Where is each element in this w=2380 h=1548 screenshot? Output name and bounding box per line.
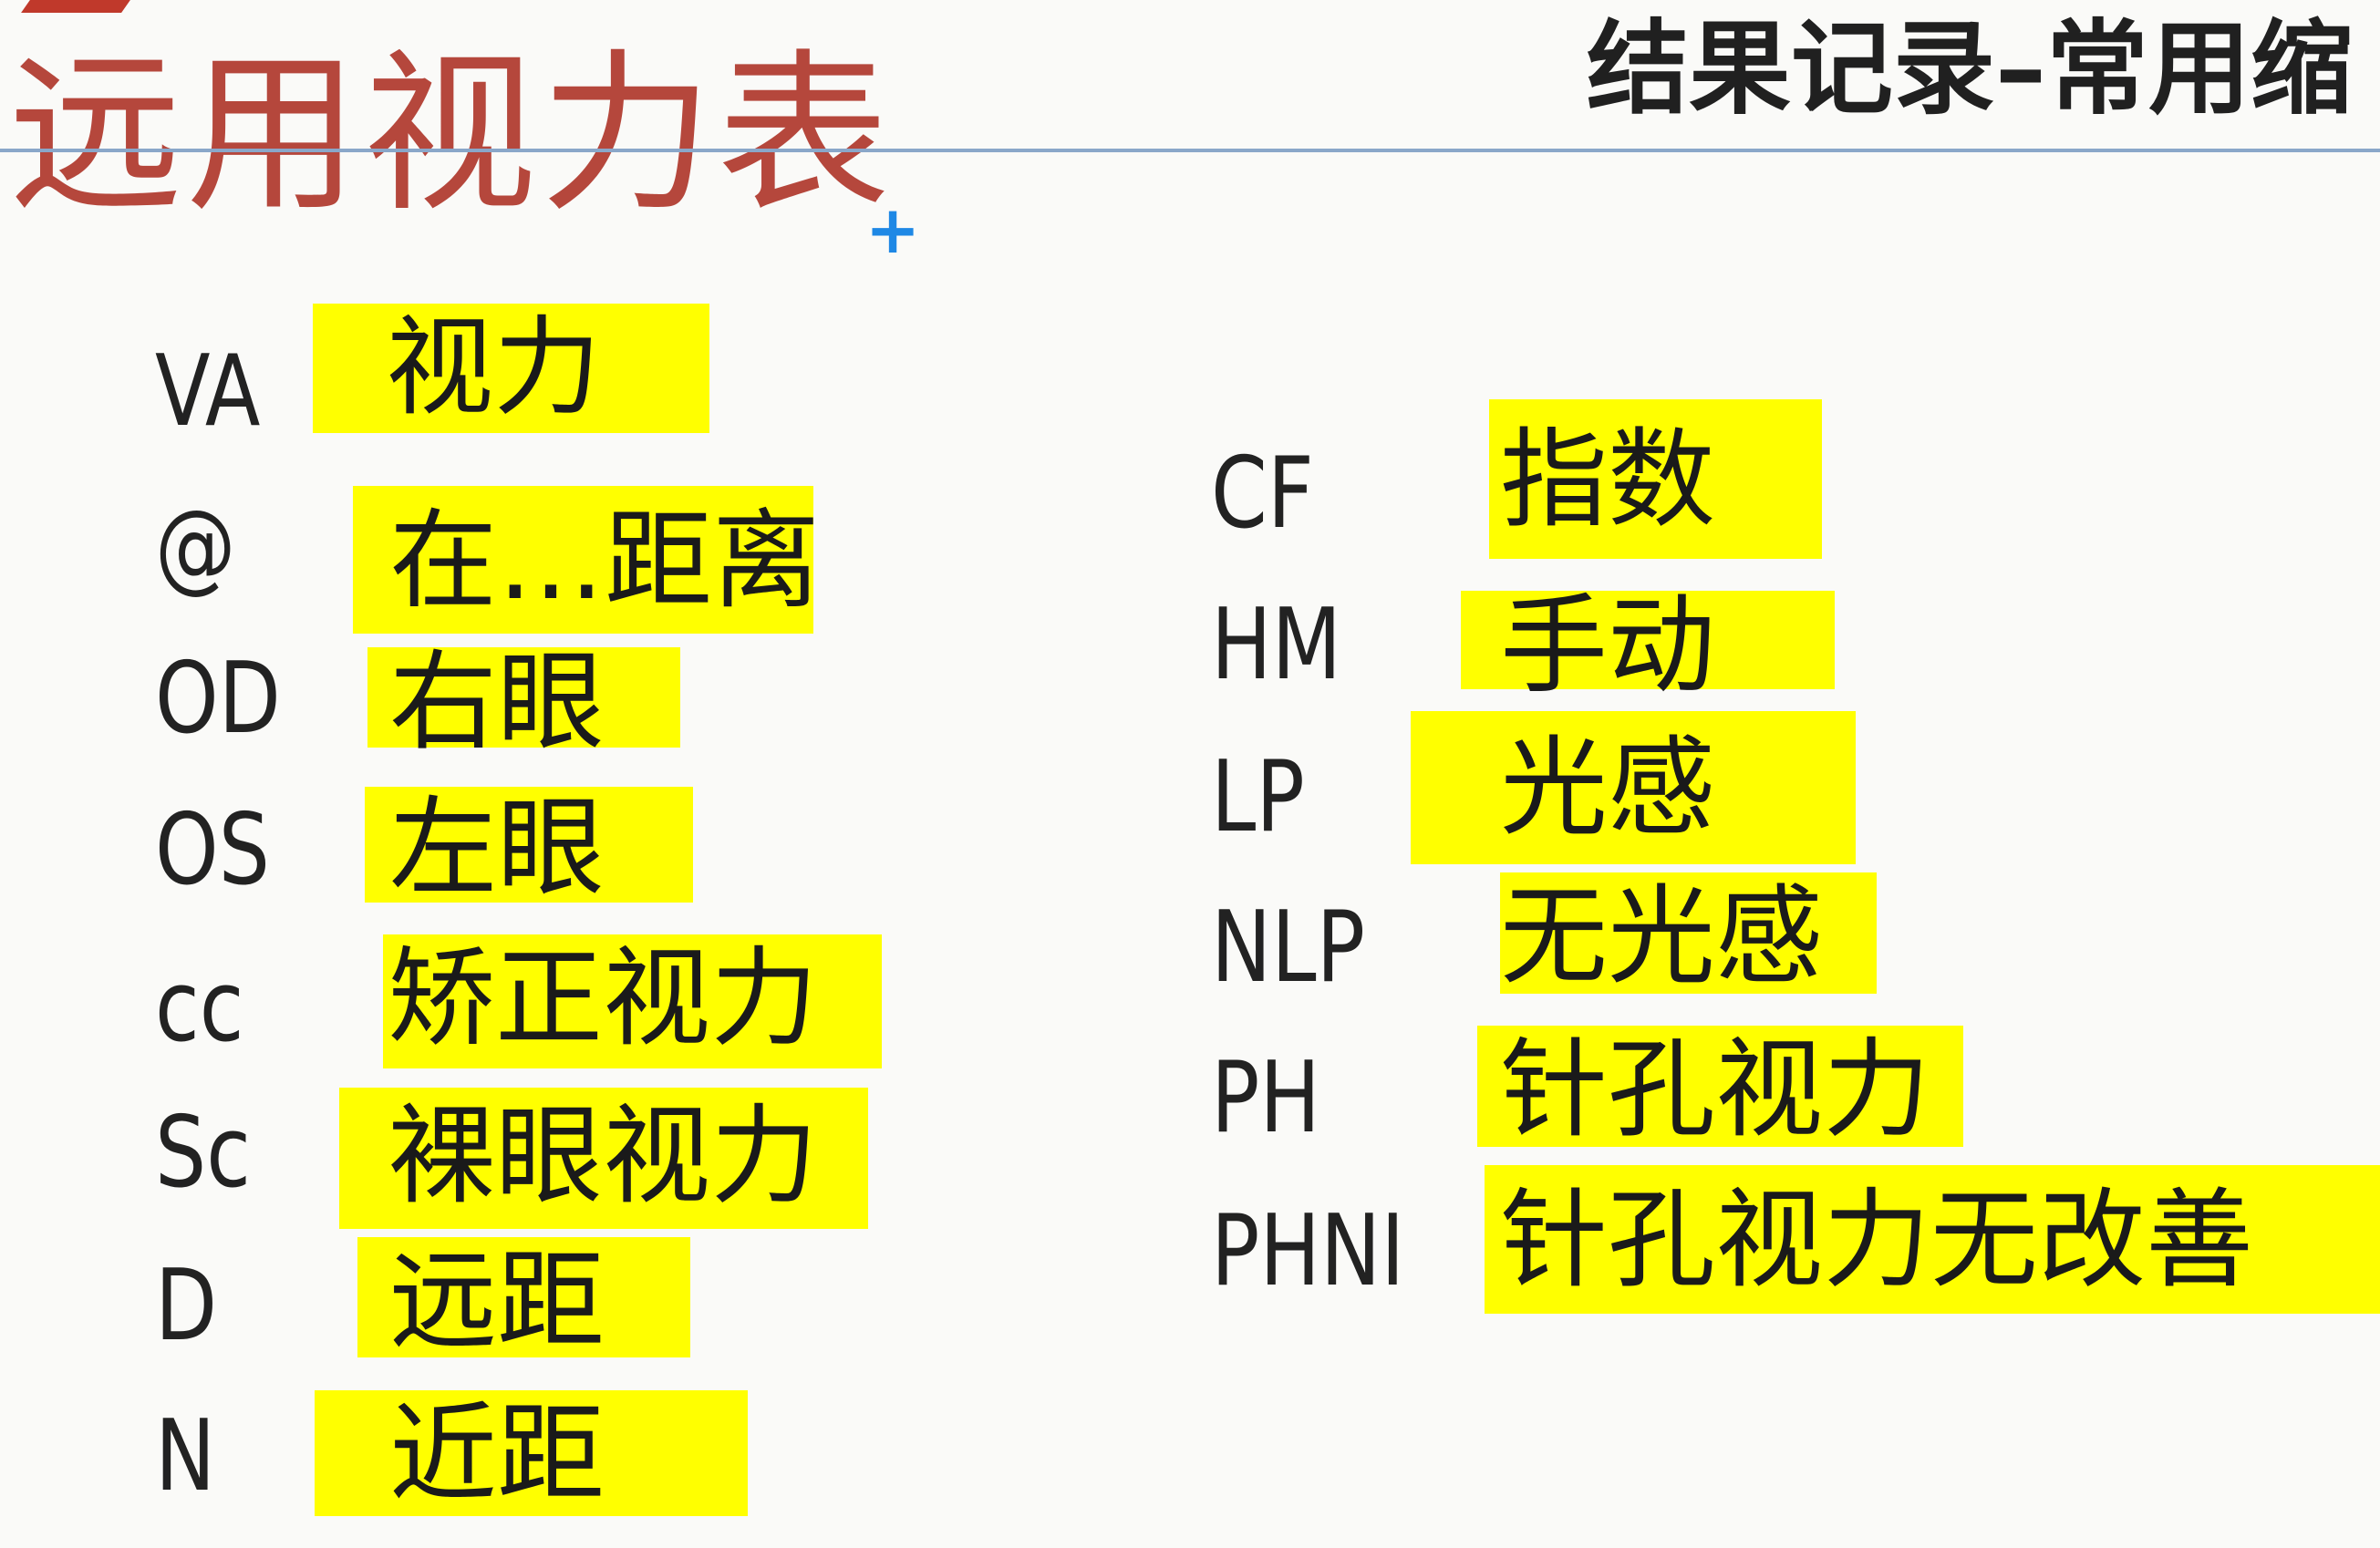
term-meaning: 矫正视力 xyxy=(383,934,882,1068)
term-meaning: 近距 xyxy=(315,1390,748,1517)
corner-mark xyxy=(21,0,130,13)
term-meaning: 在…距离 xyxy=(353,486,820,634)
term-abbreviation: OS xyxy=(155,793,270,907)
term-meaning: 手动 xyxy=(1461,591,1835,700)
term-abbreviation: D xyxy=(155,1249,218,1363)
term-abbreviation: PHNI xyxy=(1211,1194,1405,1308)
term-abbreviation: CF xyxy=(1211,437,1314,551)
term-abbreviation: PH xyxy=(1211,1041,1321,1155)
term-abbreviation: VA xyxy=(155,335,261,449)
term-abbreviation: cc xyxy=(155,950,244,1064)
term-meaning: 远距 xyxy=(357,1237,690,1364)
term-meaning: 无光感 xyxy=(1500,872,1877,999)
term-abbreviation: HM xyxy=(1211,588,1342,702)
title-divider xyxy=(0,149,2380,152)
term-abbreviation: @ xyxy=(155,490,236,604)
term-abbreviation: N xyxy=(155,1399,216,1513)
term-abbreviation: Sc xyxy=(155,1096,251,1210)
term-meaning: 光感 xyxy=(1411,711,1856,864)
slide-title: 远用视力表 xyxy=(9,34,895,235)
term-meaning: 视力 xyxy=(313,304,709,433)
term-meaning: 右眼 xyxy=(367,647,680,757)
term-meaning: 左眼 xyxy=(365,787,693,910)
term-abbreviation: LP xyxy=(1211,740,1305,854)
term-meaning: 指数 xyxy=(1489,399,1822,559)
term-abbreviation: NLP xyxy=(1211,891,1365,1005)
cursor-plus-icon: + xyxy=(864,191,921,268)
section-heading: 结果记录–常用缩 xyxy=(1587,10,2353,129)
term-meaning: 针孔视力无改善 xyxy=(1485,1165,2380,1314)
term-meaning: 裸眼视力 xyxy=(339,1088,868,1229)
term-abbreviation: OD xyxy=(155,642,281,756)
term-meaning: 针孔视力 xyxy=(1477,1026,1963,1152)
